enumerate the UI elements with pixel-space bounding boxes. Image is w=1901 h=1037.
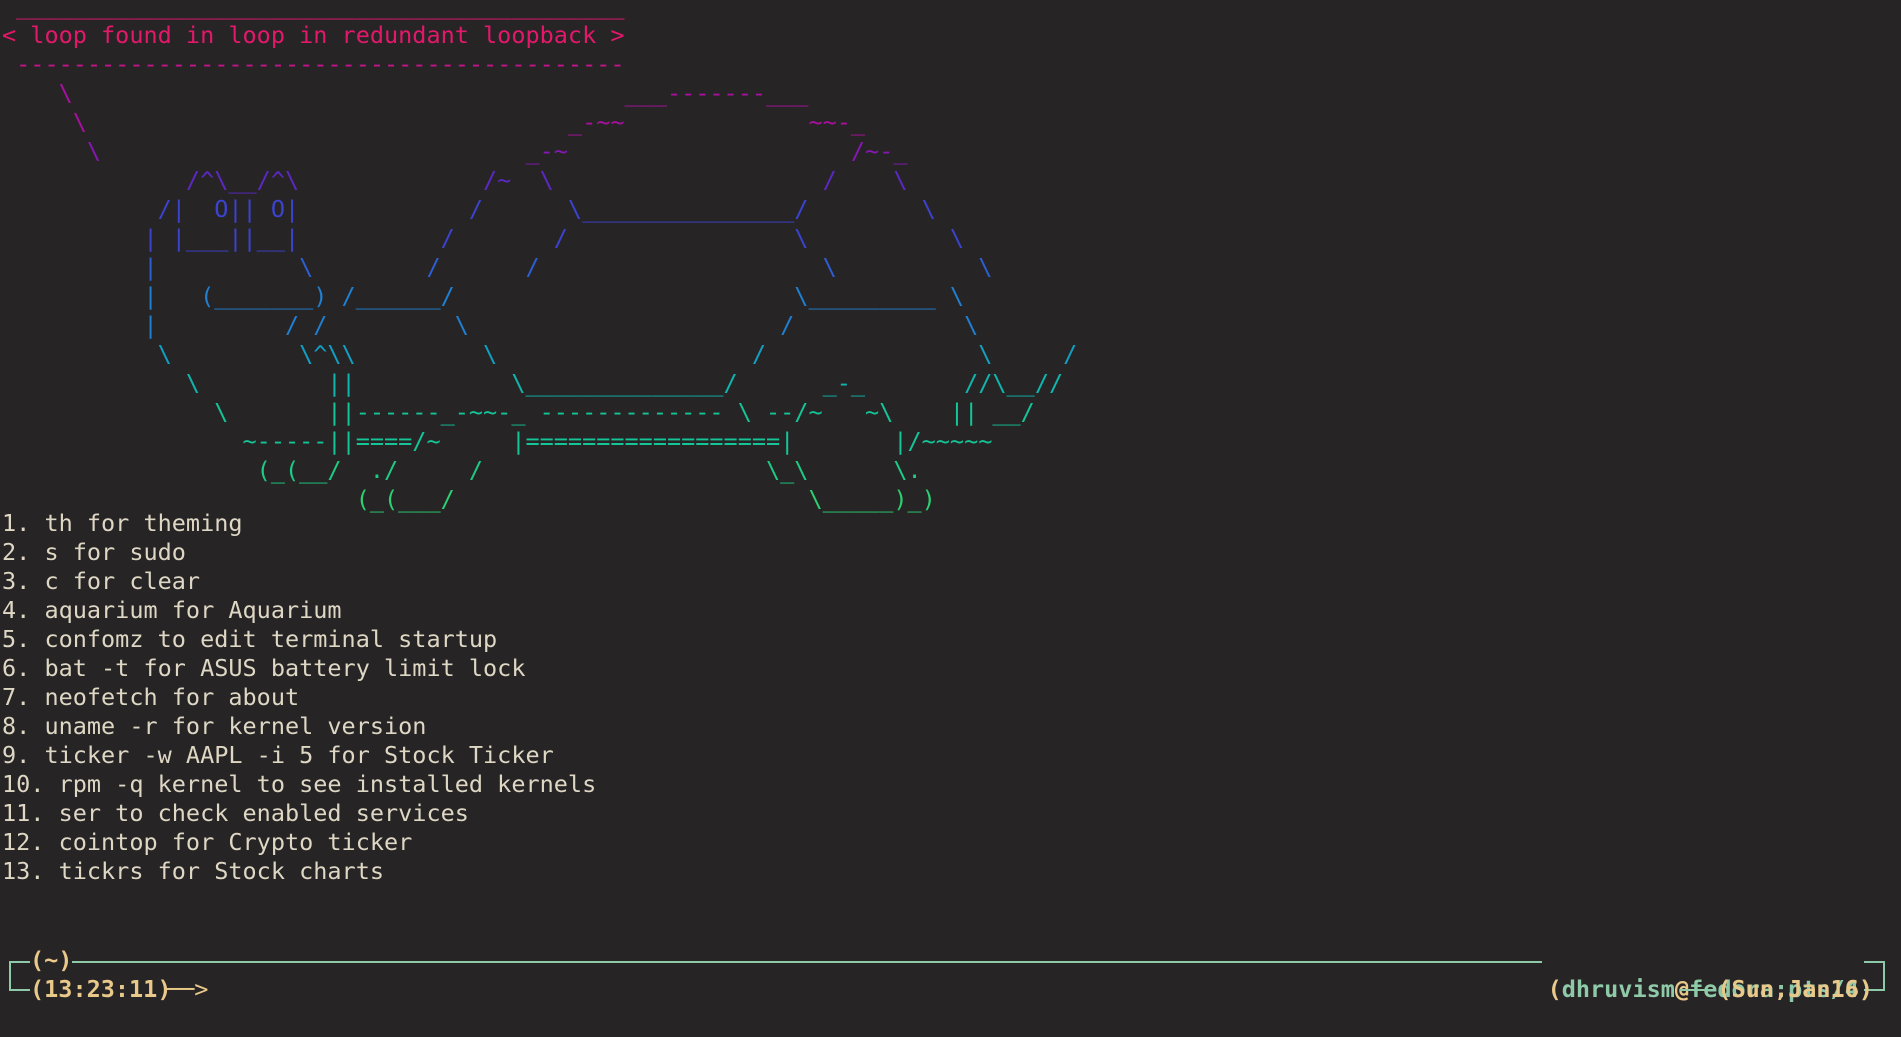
- ascii-line: \ _-~ /~-_: [2, 137, 908, 165]
- menu-item: 4. aquarium for Aquarium: [2, 596, 342, 624]
- menu-item: 12. cointop for Crypto ticker: [2, 828, 413, 856]
- ascii-line: | / / \ / \: [2, 311, 979, 339]
- ascii-line: ~-----||====/~ |==================| |/~~…: [2, 427, 993, 455]
- prompt-arrow: ──>: [166, 975, 209, 1003]
- menu-item: 10. rpm -q kernel to see installed kerne…: [2, 770, 597, 798]
- username: dhruvism: [1561, 975, 1675, 1003]
- menu-item: 8. uname -r for kernel version: [2, 712, 427, 740]
- date-rule: [1680, 989, 1708, 991]
- ascii-line: ----------------------------------------…: [2, 50, 625, 78]
- menu-item: 9. ticker -w AAPL -i 5 for Stock Ticker: [2, 741, 554, 769]
- menu-item: 11. ser to check enabled services: [2, 799, 469, 827]
- menu-item: 3. c for clear: [2, 567, 201, 595]
- menu-item: 7. neofetch for about: [2, 683, 300, 711]
- cwd-indicator: (~): [30, 946, 73, 974]
- menu-item: 13. tickrs for Stock charts: [2, 857, 385, 885]
- menu-item: 6. bat -t for ASUS battery limit lock: [2, 654, 526, 682]
- ascii-line: | \ / / \ \: [2, 253, 993, 281]
- ascii-line: \ \^\\ \ / \ /: [2, 340, 1078, 368]
- menu-item: 1. th for theming: [2, 509, 243, 537]
- ascii-line: /| O|| O| / \_______________/ \: [2, 195, 936, 223]
- prompt-frame-bottom-left: [9, 989, 30, 991]
- ascii-line: ________________________________________…: [2, 0, 625, 20]
- prompt-frame-top-right: [1864, 961, 1885, 963]
- ascii-line: \ ||------_-~~-_ ------------- \ --/~ ~\…: [2, 398, 1035, 426]
- menu-item: 2. s for sudo: [2, 538, 186, 566]
- ascii-line: \ || \______________/ _-_ //\__//: [2, 369, 1064, 397]
- prompt-frame-top-left: [9, 961, 30, 963]
- ascii-line: \ _-~~ ~~-_: [2, 108, 866, 136]
- ascii-line: < loop found in loop in redundant loopba…: [2, 21, 625, 49]
- prompt-frame-right: [1883, 962, 1885, 990]
- ascii-line: | |___||__| / / \ \: [2, 224, 965, 252]
- prompt-time: (13:23:11): [30, 975, 172, 1003]
- prompt-top-rule: [72, 961, 1542, 963]
- prompt-date: (Sun,Jan16): [1717, 975, 1873, 1003]
- menu-item: 5. confomz to edit terminal startup: [2, 625, 498, 653]
- ascii-line: (_(__/ ./ / \_\ \.: [2, 456, 922, 484]
- prompt-frame-left: [9, 962, 11, 990]
- ascii-line: \ ___-------___: [2, 79, 809, 107]
- ascii-line: | (_______) /______/ \_________ \: [2, 282, 965, 310]
- ascii-line: /^\__/^\ /~ \ / \: [2, 166, 908, 194]
